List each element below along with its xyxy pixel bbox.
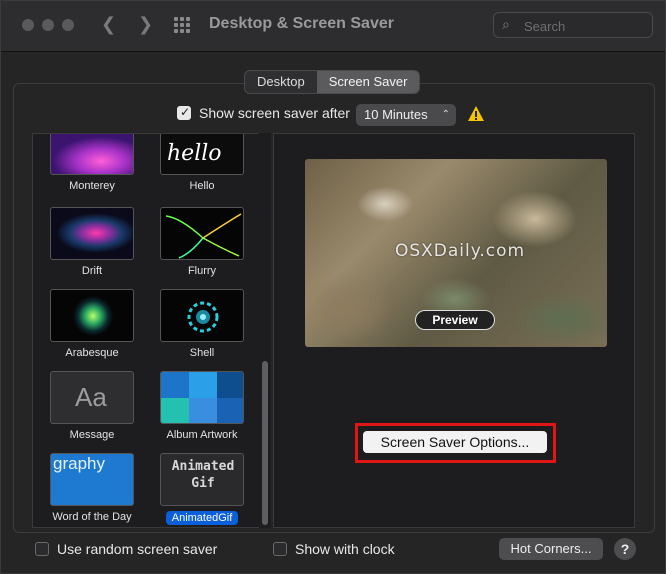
show-clock-checkbox[interactable] [273, 542, 287, 556]
hello-thumb-text: hello [167, 141, 222, 166]
word-thumb-text: graphy [53, 454, 105, 473]
saver-label: Flurry [187, 265, 217, 277]
list-item[interactable]: graphy Word of the Day [42, 453, 142, 523]
show-after-row: Show screen saver after [177, 105, 350, 121]
preferences-window: ❮ ❯ Desktop & Screen Saver ⌕ Desktop Scr… [0, 0, 666, 574]
hello-thumbnail: hello [160, 134, 244, 175]
hot-corners-button[interactable]: Hot Corners... [499, 538, 603, 560]
list-item[interactable]: Monterey [42, 134, 142, 192]
preview-watermark: OSXDaily.com [394, 241, 526, 261]
screen-saver-options-button[interactable]: Screen Saver Options... [363, 431, 547, 453]
preview-button[interactable]: Preview [415, 310, 495, 330]
show-clock-row: Show with clock [273, 541, 395, 557]
monterey-thumbnail [50, 134, 134, 175]
show-after-value: 10 Minutes [364, 107, 428, 122]
drift-thumbnail [50, 207, 134, 260]
list-item[interactable]: Arabesque [42, 289, 142, 359]
list-scrollbar-thumb[interactable] [262, 361, 268, 525]
message-thumb-text: Aa [75, 382, 107, 412]
saver-label: Monterey [69, 180, 115, 192]
animatedgif-thumb-text: Animated Gif [171, 459, 235, 491]
word-of-the-day-thumbnail: graphy [50, 453, 134, 506]
album-artwork-thumbnail [160, 371, 244, 424]
saver-label: Hello [189, 180, 215, 192]
saver-label-selected: AnimatedGif [165, 511, 239, 525]
screen-saver-list[interactable]: Monterey hello Hello Drift Flurry Arabes… [32, 133, 271, 528]
show-all-grid-icon[interactable] [174, 17, 194, 35]
random-saver-row: Use random screen saver [35, 541, 217, 557]
list-item[interactable]: Album Artwork [152, 371, 252, 441]
title-bar: ❮ ❯ Desktop & Screen Saver ⌕ [1, 1, 665, 52]
preview-image: OSXDaily.com Preview [305, 159, 607, 347]
tab-switcher: Desktop Screen Saver [244, 70, 421, 94]
warning-icon [468, 106, 484, 121]
arabesque-thumbnail [50, 289, 134, 342]
show-after-checkbox[interactable] [177, 105, 191, 120]
show-clock-label: Show with clock [295, 541, 395, 557]
close-window-button[interactable] [22, 19, 34, 31]
saver-label: Message [69, 429, 115, 441]
tab-desktop[interactable]: Desktop [245, 71, 317, 93]
saver-label: Drift [81, 265, 103, 277]
flurry-thumbnail [160, 207, 244, 260]
shell-thumbnail [160, 289, 244, 342]
flurry-art [165, 213, 242, 259]
shell-art [187, 301, 219, 333]
list-item[interactable]: Aa Message [42, 371, 142, 441]
back-icon[interactable]: ❮ [101, 14, 116, 35]
forward-icon[interactable]: ❯ [138, 14, 153, 35]
tab-screen-saver[interactable]: Screen Saver [316, 71, 420, 93]
show-after-label: Show screen saver after [199, 105, 350, 121]
message-thumbnail: Aa [50, 371, 134, 424]
list-item[interactable]: Flurry [152, 207, 252, 277]
search-icon: ⌕ [502, 16, 510, 32]
search-field[interactable]: ⌕ [493, 12, 653, 38]
random-saver-checkbox[interactable] [35, 542, 49, 556]
list-item[interactable]: hello Hello [152, 134, 252, 192]
animatedgif-thumbnail: Animated Gif [160, 453, 244, 506]
search-input[interactable] [522, 16, 646, 36]
zoom-window-button[interactable] [62, 19, 74, 31]
saver-label: Arabesque [65, 347, 119, 359]
list-item[interactable]: Animated Gif AnimatedGif [152, 453, 252, 526]
help-button[interactable]: ? [614, 538, 636, 560]
show-after-dropdown[interactable]: 10 Minutes ⌃⌄ [356, 104, 456, 142]
random-saver-label: Use random screen saver [57, 541, 218, 557]
saver-label: Shell [189, 347, 215, 359]
saver-label: Album Artwork [166, 429, 238, 441]
list-item[interactable]: Shell [152, 289, 252, 359]
window-title: Desktop & Screen Saver [209, 15, 394, 32]
minimize-window-button[interactable] [42, 19, 54, 31]
list-item[interactable]: Drift [42, 207, 142, 277]
saver-label: Word of the Day [52, 511, 132, 523]
